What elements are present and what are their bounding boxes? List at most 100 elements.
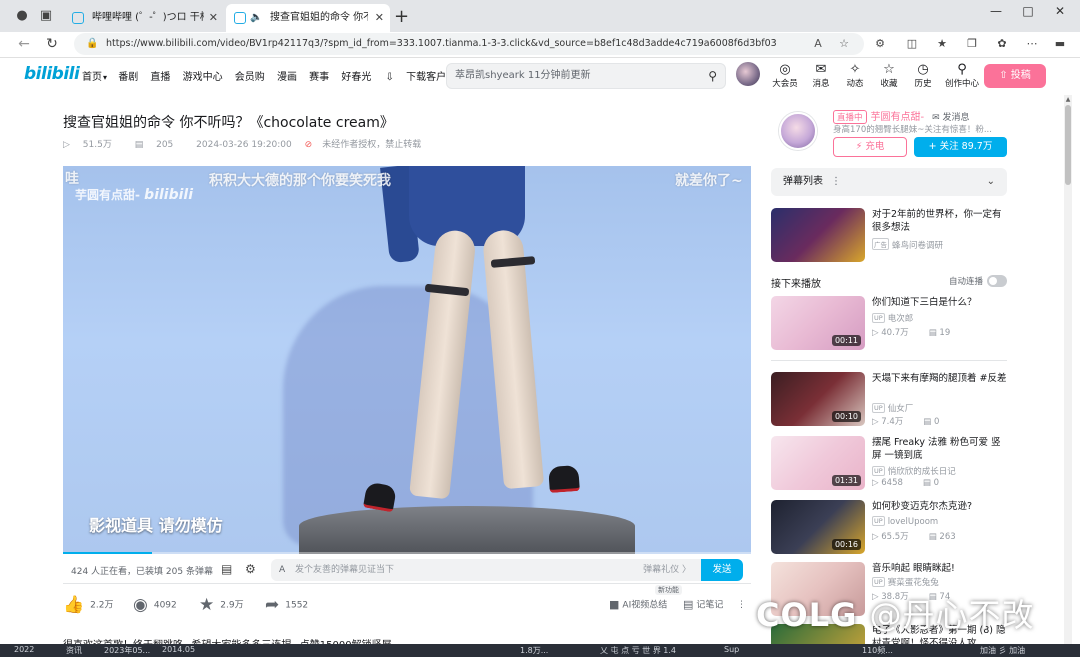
- favorites-icon[interactable]: ★: [934, 37, 950, 50]
- video-player[interactable]: 芋圆有点甜- bilibili 哇 积积大大德的那个你要笑死我 就差你了~ 影视…: [63, 166, 751, 554]
- header-history[interactable]: ◷ 历史: [908, 62, 938, 89]
- url-field[interactable]: 🔒 https://www.bilibili.com/video/BV1rp42…: [74, 33, 864, 55]
- charge-button[interactable]: ⚡ 充电: [833, 137, 907, 157]
- coin-button[interactable]: ◉ 4092: [133, 594, 177, 617]
- search-input[interactable]: 萃昂凯shyeark 11分钟前更新 ⚲: [446, 63, 726, 89]
- rec-title[interactable]: 你们知道下三白是什么？: [872, 296, 1007, 309]
- close-tab-icon[interactable]: ✕: [209, 4, 218, 32]
- send-danmaku-button[interactable]: 发送: [701, 559, 743, 581]
- ad-card[interactable]: 对于2年前的世界杯，你一定有很多想法 广告 蜂鸟问卷调研: [771, 208, 1007, 264]
- ad-source-name: 蜂鸟问卷调研: [892, 241, 944, 251]
- nav-game[interactable]: 游戏中心: [183, 72, 223, 83]
- send-message-label: 发消息: [942, 113, 970, 123]
- more-icon[interactable]: ⋯: [1024, 37, 1040, 50]
- danmaku-etiquette-link[interactable]: 弹幕礼仪 〉: [643, 559, 691, 581]
- nav-live[interactable]: 直播: [150, 72, 170, 83]
- rec-danmaku: ▤ 0: [923, 417, 940, 427]
- share-button[interactable]: ➦ 1552: [265, 594, 308, 617]
- profile-icon[interactable]: ●: [14, 8, 30, 24]
- video-thumbnail[interactable]: 01:31: [771, 436, 865, 490]
- notes-button[interactable]: ▤ 记笔记: [683, 594, 723, 617]
- send-message-link[interactable]: ✉ 发消息: [932, 113, 969, 123]
- list-item[interactable]: 00:11 你们知道下三白是什么？ UP 电次郎 ▷ 40.7万 ▤ 19: [771, 296, 1007, 352]
- copilot-icon[interactable]: ✿: [994, 37, 1010, 50]
- like-count: 2.2万: [90, 600, 114, 611]
- rec-title[interactable]: 天塌下来有摩羯的腿顶着 #反差: [872, 372, 1007, 385]
- upload-button[interactable]: ⇧ 投稿: [984, 64, 1046, 88]
- search-icon[interactable]: ⚲: [708, 64, 717, 88]
- font-style-icon[interactable]: A: [279, 559, 285, 581]
- danmaku-list-toggle[interactable]: 弹幕列表 ⋮ ⌄: [771, 168, 1007, 196]
- list-item[interactable]: 00:10 天塌下来有摩羯的腿顶着 #反差 UP 仙女厂 ▷ 7.4万 ▤ 0: [771, 372, 1007, 428]
- ad-thumbnail[interactable]: [771, 208, 865, 262]
- close-tab-icon[interactable]: ✕: [375, 4, 384, 32]
- extensions-icon[interactable]: ⚙: [872, 37, 888, 50]
- follow-button[interactable]: + 关注 89.7万: [914, 137, 1007, 157]
- up-badge-icon: UP: [872, 516, 885, 526]
- nav-home[interactable]: 首页: [82, 72, 102, 83]
- autoplay-toggle[interactable]: 自动连播: [949, 275, 1007, 287]
- list-item[interactable]: 01:31 摆尾 Freaky 法雅 粉色可爱 竖屏 一镜到底 UP 悄欣欣的成长…: [771, 436, 1007, 492]
- avatar[interactable]: [736, 62, 760, 86]
- uploader-name[interactable]: 芋圆有点甜-: [871, 112, 925, 123]
- video-thumbnail[interactable]: 00:11: [771, 296, 865, 350]
- rec-up[interactable]: UP 赛菜蛋花兔兔: [872, 576, 939, 588]
- watermark-logo: bilibili: [144, 187, 194, 203]
- more-icon[interactable]: ⋮: [737, 594, 746, 616]
- rec-up[interactable]: UP 电次郎: [872, 312, 913, 324]
- header-vip[interactable]: ◎ 大会员: [770, 62, 800, 89]
- back-icon[interactable]: ←: [14, 36, 34, 52]
- minimize-icon[interactable]: —: [986, 4, 1006, 18]
- rec-title[interactable]: 摆尾 Freaky 法雅 粉色可爱 竖屏 一镜到底: [872, 436, 1007, 462]
- danmaku-settings-icon[interactable]: ⚙: [245, 562, 256, 576]
- read-aloud-icon[interactable]: A: [810, 37, 826, 50]
- danmaku-toggle-icon[interactable]: ▤: [221, 562, 232, 576]
- live-badge[interactable]: 直播中: [833, 110, 867, 124]
- scroll-up-icon[interactable]: ▲: [1064, 96, 1072, 103]
- tab-title: 搜查官姐姐的命令 你不听吗: [270, 12, 368, 23]
- progress-bar[interactable]: [63, 552, 751, 554]
- scrollbar-thumb[interactable]: [1065, 105, 1071, 185]
- header-dynamic[interactable]: ✧ 动态: [840, 62, 870, 89]
- list-item[interactable]: 00:16 如何秒变迈克尔杰克逊? UP lovelUpoom ▷ 65.5万 ▤ …: [771, 500, 1007, 556]
- maximize-icon[interactable]: □: [1018, 4, 1038, 18]
- sidebar-icon[interactable]: ▬: [1052, 37, 1068, 50]
- ad-title[interactable]: 对于2年前的世界杯，你一定有很多想法: [872, 208, 1007, 234]
- uploader-avatar[interactable]: [779, 112, 817, 150]
- lock-icon[interactable]: 🔒: [86, 33, 98, 55]
- like-button[interactable]: 👍 2.2万: [63, 594, 114, 617]
- nav-mall[interactable]: 会员购: [235, 72, 265, 83]
- header-message[interactable]: ✉ 消息: [806, 62, 836, 89]
- video-thumbnail[interactable]: 00:16: [771, 500, 865, 554]
- new-tab-button[interactable]: +: [394, 6, 409, 27]
- rec-up[interactable]: UP 悄欣欣的成长日记: [872, 465, 956, 477]
- rec-title[interactable]: 如何秒变迈克尔杰克逊?: [872, 500, 1007, 513]
- nav-event[interactable]: 好春光: [341, 72, 371, 83]
- close-window-icon[interactable]: ✕: [1050, 4, 1070, 18]
- rec-up[interactable]: UP lovelUpoom: [872, 516, 938, 527]
- split-screen-icon[interactable]: ◫: [904, 37, 920, 50]
- ai-summary-button[interactable]: ■ AI视频总结: [609, 594, 667, 617]
- header-creator[interactable]: ⚲ 创作中心: [942, 62, 982, 89]
- favorite-star-icon[interactable]: ☆: [836, 37, 852, 50]
- rec-up[interactable]: UP 仙女厂: [872, 402, 913, 414]
- nav-match[interactable]: 赛事: [309, 72, 329, 83]
- video-thumbnail[interactable]: 00:10: [771, 372, 865, 426]
- tab-actions-icon[interactable]: ▣: [38, 8, 54, 24]
- page-scrollbar[interactable]: [1064, 95, 1072, 657]
- header-favorite[interactable]: ☆ 收藏: [874, 62, 904, 89]
- more-options-icon[interactable]: ⋮: [831, 176, 841, 187]
- vip-icon: ◎: [779, 62, 791, 77]
- bilibili-logo[interactable]: bilibili: [24, 64, 80, 84]
- tab-video[interactable]: 🔈 搜查官姐姐的命令 你不听吗 ✕: [226, 4, 390, 32]
- nav-manga[interactable]: 漫画: [277, 72, 297, 83]
- nav-bangumi[interactable]: 番剧: [118, 72, 138, 83]
- refresh-icon[interactable]: ↻: [42, 36, 62, 52]
- collections-icon[interactable]: ❐: [964, 37, 980, 50]
- toggle-switch[interactable]: [987, 275, 1007, 287]
- rec-title[interactable]: 音乐响起 眼睛眯起!: [872, 562, 1007, 575]
- favorite-button[interactable]: ★ 2.9万: [199, 594, 244, 617]
- tab-bilibili-home[interactable]: 哔哩哔哩 (゜-゜)つロ 干杯~-bilibili ✕: [64, 4, 224, 32]
- danmaku-input[interactable]: A 发个友善的弹幕见证当下 弹幕礼仪 〉: [271, 559, 701, 581]
- speaker-icon[interactable]: 🔈: [250, 4, 262, 32]
